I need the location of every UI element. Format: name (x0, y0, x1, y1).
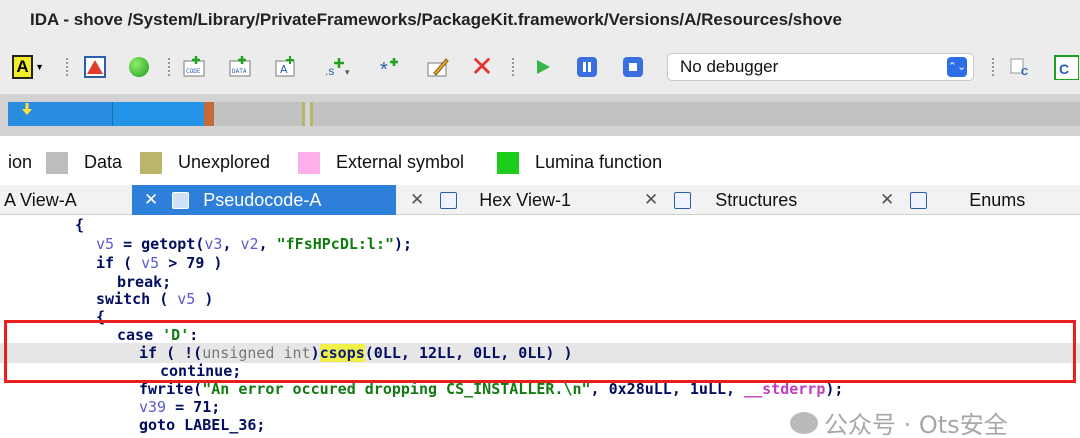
close-icon[interactable]: ✕ (410, 190, 424, 210)
font-icon: A (12, 55, 34, 79)
make-array-button[interactable]: .s ▾ (322, 54, 352, 80)
code-line: v39 = 71; (139, 398, 221, 416)
debugger-select[interactable]: No debugger ⌃⌄ (667, 53, 974, 81)
hex-view-icon (440, 191, 458, 209)
toolbar: A ▼ CODE DATA A .s ▾ * ✕ No debugger ⌃⌄ (0, 40, 1080, 94)
code-line: v5 = getopt(v3, v2, "fFsHPcDL:l:"); (96, 235, 413, 253)
decompile-button[interactable]: C (1006, 54, 1034, 80)
nav-segment-data (313, 102, 1080, 126)
warning-icon (84, 56, 106, 78)
svg-text:*: * (380, 59, 388, 79)
pause-icon (577, 57, 597, 77)
tab-label: Structures (715, 189, 798, 210)
code-line: if ( v5 > 79 ) (96, 254, 223, 272)
watermark-text: 公众号 · Ots安全 (824, 411, 1008, 438)
close-icon[interactable]: ✕ (144, 190, 158, 210)
svg-text:▾: ▾ (345, 67, 350, 77)
window-title-bar: IDA - shove /System/Library/PrivateFrame… (0, 0, 1080, 40)
code-icon: CODE (183, 56, 205, 77)
decompile-icon: C (1010, 58, 1028, 78)
debugger-select-value: No debugger (680, 57, 779, 76)
tab-ida-view-a[interactable]: A View-A (0, 185, 132, 215)
legend-label: Unexplored (178, 152, 271, 172)
pseudocode-icon: C (1054, 55, 1079, 80)
structures-icon (674, 191, 692, 209)
navigation-band[interactable] (0, 94, 1080, 136)
ascii-button[interactable]: A (272, 54, 300, 80)
pause-button[interactable] (574, 54, 600, 80)
code-line: { (75, 216, 85, 234)
asterisk-icon: * (380, 58, 398, 79)
close-icon[interactable]: ✕ (880, 190, 894, 210)
current-position-arrow-icon (22, 103, 32, 115)
chevron-down-icon: ▼ (35, 62, 44, 72)
font-button[interactable]: A ▼ (12, 54, 44, 80)
nav-segment-code (112, 102, 204, 126)
tab-label: Hex View-1 (479, 189, 571, 210)
data-button[interactable]: DATA (226, 54, 254, 80)
svg-text:DATA: DATA (232, 68, 247, 75)
stop-button[interactable] (620, 54, 646, 80)
legend-label: External symbol (336, 152, 465, 172)
legend-swatch-unexplored (140, 152, 162, 174)
legend-label: ion (8, 152, 33, 172)
tab-pseudocode-a[interactable]: ✕ Pseudocode-A (132, 185, 396, 215)
play-icon (537, 60, 550, 74)
chevron-updown-icon: ⌃⌄ (947, 57, 967, 77)
tab-label: A View-A (4, 189, 77, 210)
window-title: IDA - shove /System/Library/PrivateFrame… (30, 10, 842, 29)
pseudocode-tab-icon (172, 191, 190, 209)
warning-button[interactable] (82, 54, 108, 80)
edit-icon (427, 58, 449, 77)
toolbar-separator (66, 58, 68, 76)
view-tabs: A View-A ✕ Pseudocode-A ✕ Hex View-1 ✕ S… (0, 185, 1080, 215)
nav-segment-unexplored (302, 102, 305, 126)
code-button[interactable]: CODE (180, 54, 208, 80)
code-line: goto LABEL_36; (139, 416, 266, 434)
green-circle-icon (129, 57, 149, 77)
annotation-highlight-box (4, 320, 1076, 383)
stop-icon (623, 57, 643, 77)
run-status-button[interactable] (126, 54, 152, 80)
tab-hex-view-1[interactable]: ✕ Hex View-1 (396, 185, 630, 215)
ascii-icon: A (275, 56, 295, 77)
enums-icon (910, 191, 928, 209)
nav-segment-data (204, 102, 214, 126)
close-icon[interactable]: ✕ (644, 190, 658, 210)
nav-segment-data (214, 102, 302, 126)
legend: ion Data Unexplored External symbol Lumi… (0, 148, 1080, 180)
start-debug-button[interactable] (530, 54, 556, 80)
tab-label: Enums (969, 189, 1026, 210)
legend-label: Lumina function (535, 152, 663, 172)
toolbar-separator (512, 58, 514, 76)
tab-enums[interactable]: ✕ Enums (866, 185, 1080, 215)
tab-label: Pseudocode-A (203, 189, 322, 210)
toolbar-separator (168, 58, 170, 76)
pseudocode-view[interactable]: { v5 = getopt(v3, v2, "fFsHPcDL:l:"); if… (0, 215, 1080, 438)
array-icon: .s ▾ (325, 58, 350, 78)
tab-structures[interactable]: ✕ Structures (630, 185, 866, 215)
legend-swatch-data (46, 152, 68, 174)
legend-swatch-lumina-function (497, 152, 519, 174)
pseudocode-button[interactable]: C (1052, 54, 1080, 80)
legend-swatch-external-symbol (298, 152, 320, 174)
data-icon: DATA (229, 56, 251, 77)
svg-text:CODE: CODE (186, 68, 201, 75)
svg-text:.s: .s (325, 64, 334, 78)
wechat-icon (790, 411, 818, 434)
edit-button[interactable] (424, 54, 452, 80)
svg-text:A: A (280, 63, 288, 76)
legend-label: Data (84, 152, 123, 172)
close-red-icon: ✕ (470, 51, 494, 82)
svg-text:C: C (1059, 61, 1069, 77)
code-line: switch ( v5 ) (96, 290, 214, 308)
watermark: 公众号 · Ots安全 (790, 405, 1008, 438)
svg-text:C: C (1021, 67, 1028, 78)
undefine-button[interactable]: ✕ (468, 51, 496, 82)
struct-button[interactable]: * (376, 54, 404, 80)
toolbar-separator (992, 58, 994, 76)
